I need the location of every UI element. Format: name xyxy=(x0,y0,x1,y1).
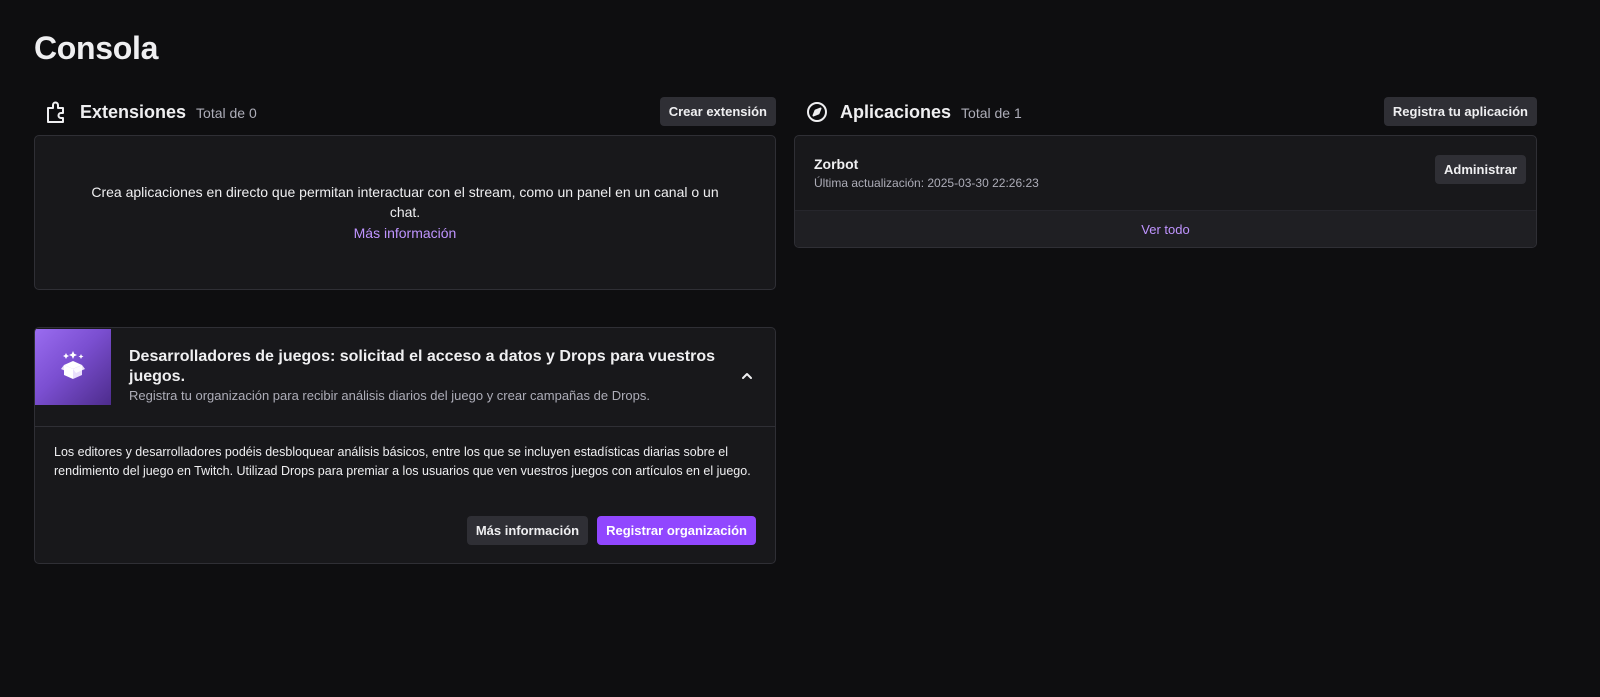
list-item: Zorbot Última actualización: 2025-03-30 … xyxy=(795,136,1536,210)
manage-app-button[interactable]: Administrar xyxy=(1435,155,1526,184)
game-developers-actions: Más información Registrar organización xyxy=(466,516,756,545)
extensions-title: Extensiones xyxy=(80,101,187,122)
app-last-updated: Última actualización: 2025-03-30 22:26:2… xyxy=(814,176,1039,190)
game-developers-subtitle: Registra tu organización para recibir an… xyxy=(129,388,650,403)
applications-title: Aplicaciones xyxy=(840,101,952,122)
game-developers-card: Desarrolladores de juegos: solicitad el … xyxy=(34,327,776,564)
extensions-count: Total de 0 xyxy=(196,105,257,121)
applications-count: Total de 1 xyxy=(961,105,1022,121)
extensions-empty-card: Crea aplicaciones en directo que permita… xyxy=(34,135,776,290)
app-name: Zorbot xyxy=(814,156,859,172)
extensions-empty-description: Crea aplicaciones en directo que permita… xyxy=(91,184,719,220)
games-more-info-button[interactable]: Más información xyxy=(466,516,589,545)
register-organization-button[interactable]: Registrar organización xyxy=(597,516,756,545)
see-all-applications-link[interactable]: Ver todo xyxy=(795,210,1536,247)
chevron-up-icon[interactable] xyxy=(737,366,757,386)
game-developers-title: Desarrolladores de juegos: solicitad el … xyxy=(129,348,715,385)
page-title: Consola xyxy=(34,30,159,66)
console-page: Consola Extensiones Total de 0 Crear ext… xyxy=(0,0,1600,697)
register-application-button[interactable]: Registra tu aplicación xyxy=(1383,97,1537,126)
extensions-more-info-link[interactable]: Más información xyxy=(354,223,457,243)
game-developers-text: Desarrolladores de juegos: solicitad el … xyxy=(129,347,719,426)
puzzle-icon xyxy=(44,99,70,125)
sparkle-box-icon xyxy=(35,329,111,405)
create-extension-button[interactable]: Crear extensión xyxy=(659,97,776,126)
left-column: Extensiones Total de 0 Crear extensión C… xyxy=(34,96,776,564)
game-developers-header: Desarrolladores de juegos: solicitad el … xyxy=(35,328,775,427)
right-column: Aplicaciones Total de 1 Registra tu apli… xyxy=(794,96,1537,248)
applications-header: Aplicaciones Total de 1 Registra tu apli… xyxy=(794,96,1537,128)
extensions-header: Extensiones Total de 0 Crear extensión xyxy=(34,96,776,128)
applications-card: Zorbot Última actualización: 2025-03-30 … xyxy=(794,135,1537,248)
game-developers-body: Los editores y desarrolladores podéis de… xyxy=(54,445,751,478)
compass-icon xyxy=(804,99,830,125)
